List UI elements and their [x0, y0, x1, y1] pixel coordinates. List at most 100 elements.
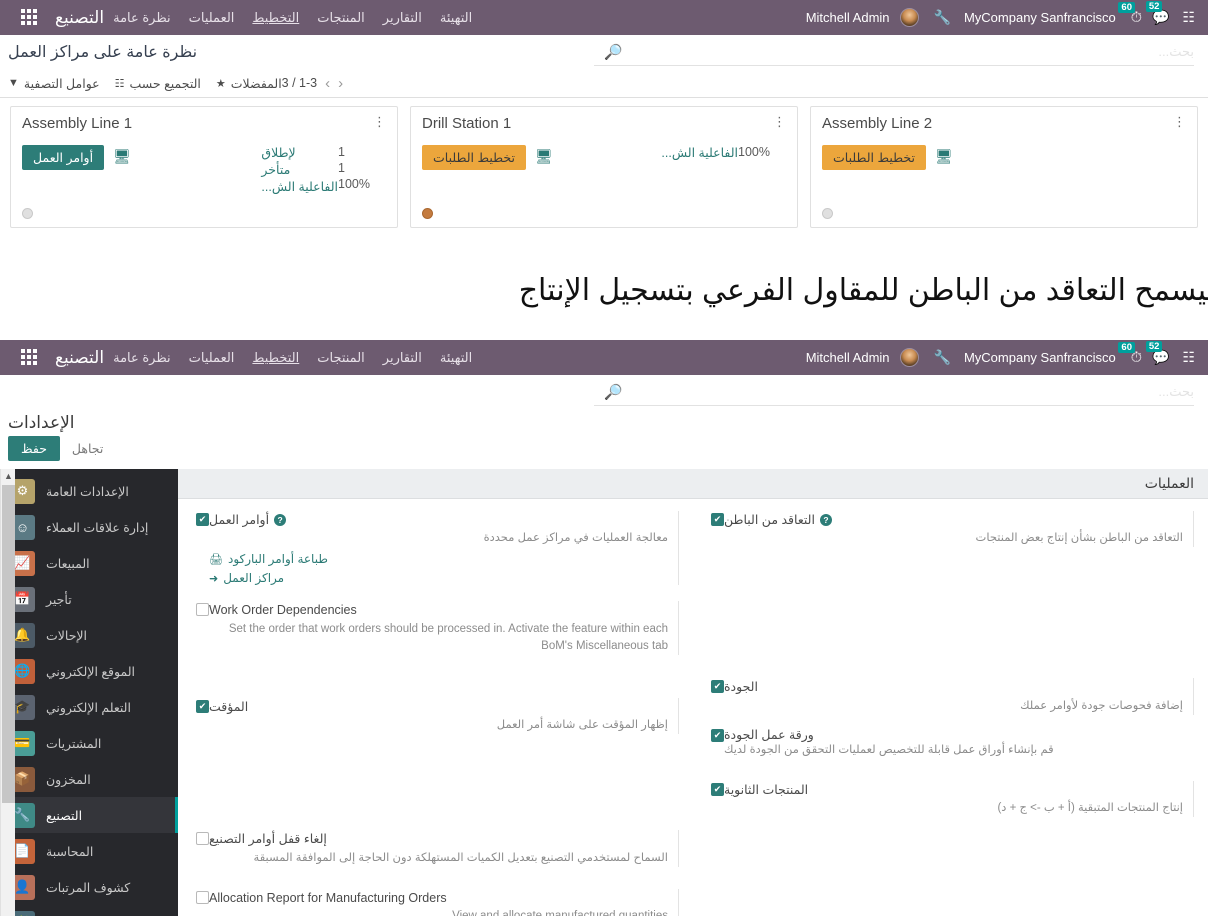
chevron-next-icon[interactable]: ›	[325, 75, 330, 92]
nav-item-planning[interactable]: التخطيط	[243, 340, 308, 375]
setting-work-order-dependencies[interactable]: Work Order Dependencies Set the order th…	[186, 601, 685, 655]
main-scrollbar[interactable]: ▲	[0, 469, 15, 916]
workcenter-card[interactable]: Drill Station 1 ⋮ تخطيط الطلبات 🖥 الفاعل…	[410, 106, 798, 228]
dialpad-icon[interactable]: ☷	[1182, 9, 1195, 26]
discard-button[interactable]: تجاهل	[72, 441, 103, 456]
nav-item-planning[interactable]: التخطيط	[243, 0, 308, 35]
sidebar-item-manufacturing[interactable]: 🔧 التصنيع	[0, 797, 178, 833]
wrench-icon[interactable]: 🔧	[934, 9, 951, 26]
workcenter-card[interactable]: Assembly Line 2 ⋮ تخطيط الطلبات 🖥	[810, 106, 1198, 228]
nav-item-products[interactable]: المنتجات	[308, 340, 374, 375]
groupby-dropdown[interactable]: ☷ التجميع حسب	[115, 76, 201, 91]
quality-checkbox[interactable]	[711, 680, 724, 694]
nav-item-configuration[interactable]: التهيئة	[431, 340, 481, 375]
scrollbar-thumb[interactable]	[2, 485, 15, 803]
search-icon: 🔍	[604, 43, 623, 61]
work-order-dependencies-checkbox[interactable]	[196, 603, 209, 617]
apps-grid-icon[interactable]	[20, 349, 37, 366]
stat-label-to-launch[interactable]: لإطلاق	[261, 145, 338, 160]
chevron-prev-icon[interactable]: ‹	[338, 75, 343, 92]
help-icon[interactable]: ?	[274, 514, 287, 527]
monitor-icon[interactable]: 🖥	[935, 148, 953, 165]
monitor-icon[interactable]: 🖥	[113, 148, 131, 165]
setting-subcontracting[interactable]: التعاقد من الباطن ? التعاقد من الباطن بش…	[701, 511, 1200, 548]
sidebar-item-payroll[interactable]: 👤 كشوف المرتبات	[0, 869, 178, 905]
sidebar-item-purchase[interactable]: 💳 المشتريات	[0, 725, 178, 761]
help-icon[interactable]: ?	[819, 514, 832, 527]
save-button[interactable]: حفظ	[8, 436, 60, 461]
stat-label-oee[interactable]: الفاعلية الش...	[261, 179, 338, 194]
avatar[interactable]	[899, 8, 919, 27]
stat-label-late[interactable]: متأخر	[261, 162, 338, 177]
plan-orders-button[interactable]: تخطيط الطلبات	[422, 145, 526, 170]
setting-quality-worksheet[interactable]: ورقة عمل الجودة قم بإنشاء أوراق عمل قابل…	[701, 727, 1200, 759]
company-name-label[interactable]: MyCompany Sanfrancisco	[964, 350, 1116, 365]
setting-byproducts[interactable]: المنتجات الثانوية إنتاج المنتجات المتبقي…	[701, 781, 1200, 818]
subcontracting-checkbox[interactable]	[711, 513, 724, 526]
kebab-menu-icon[interactable]: ⋮	[773, 115, 786, 128]
kebab-menu-icon[interactable]: ⋮	[373, 115, 386, 128]
settings-body: ⚙ الإعدادات العامة ☺ إدارة علاقات العملا…	[0, 469, 1208, 916]
sidebar-item-crm[interactable]: ☺ إدارة علاقات العملاء	[0, 509, 178, 545]
sidebar-item-inventory[interactable]: 📦 المخزون	[0, 761, 178, 797]
setting-label-wrap: المؤقت	[209, 698, 668, 716]
work-orders-checkbox[interactable]	[196, 513, 209, 526]
avatar[interactable]	[899, 348, 919, 367]
nav-item-reporting[interactable]: التقارير	[374, 0, 431, 35]
setting-timer[interactable]: المؤقت إظهار المؤقت على شاشة أمر العمل	[186, 698, 685, 735]
search-input[interactable]	[624, 384, 1194, 399]
allocation-report-checkbox[interactable]	[196, 890, 209, 904]
workcenter-card[interactable]: Assembly Line 1 ⋮ أوامر العمل 🖥 لإطلاق م…	[10, 106, 398, 228]
setting-allocation-report[interactable]: Allocation Report for Manufacturing Orde…	[186, 888, 685, 916]
setting-work-orders[interactable]: أوامر العمل ? معالجة العمليات في مراكز ع…	[186, 511, 685, 586]
plan-orders-button[interactable]: تخطيط الطلبات	[822, 145, 926, 170]
print-barcode-orders-link[interactable]: 🖨 طباعة أوامر الباركود	[209, 552, 668, 566]
activities-systray[interactable]: 60 ⏱	[1118, 341, 1142, 366]
nav-item-overview[interactable]: نظرة عامة	[104, 340, 180, 375]
sidebar-item-label: التعلم الإلكتروني	[46, 700, 131, 715]
user-name-label[interactable]: Mitchell Admin	[806, 10, 890, 25]
sidebar-item-website[interactable]: 🌐 الموقع الإلكتروني	[0, 653, 178, 689]
filters-dropdown[interactable]: ▼ عوامل التصفية	[8, 76, 100, 91]
quality-worksheet-checkbox[interactable]	[711, 728, 724, 742]
sidebar-item-project[interactable]: 🧩 المشروع	[0, 905, 178, 916]
nav-item-overview[interactable]: نظرة عامة	[104, 0, 180, 35]
search-bar[interactable]: 🔍	[594, 378, 1194, 406]
setting-unlock-manufacturing-orders[interactable]: إلغاء قفل أوامر التصنيع السماح لمستخدمي …	[186, 830, 685, 867]
user-name-label[interactable]: Mitchell Admin	[806, 350, 890, 365]
sidebar-item-rental[interactable]: 📅 تأجير	[0, 581, 178, 617]
byproducts-checkbox[interactable]	[711, 783, 724, 796]
app-brand-title[interactable]: التصنيع	[55, 8, 104, 28]
wrench-icon[interactable]: 🔧	[934, 349, 951, 366]
sidebar-item-elearning[interactable]: 🎓 التعلم الإلكتروني	[0, 689, 178, 725]
nav-item-products[interactable]: المنتجات	[308, 0, 374, 35]
activities-systray[interactable]: 60 ⏱	[1118, 1, 1142, 26]
sidebar-item-sales[interactable]: 📈 المبيعات	[0, 545, 178, 581]
search-bar[interactable]: 🔍	[594, 38, 1194, 66]
kebab-menu-icon[interactable]: ⋮	[1173, 115, 1186, 128]
nav-item-operations[interactable]: العمليات	[180, 0, 244, 35]
apps-grid-icon[interactable]	[20, 9, 37, 26]
nav-item-reporting[interactable]: التقارير	[374, 340, 431, 375]
work-orders-button[interactable]: أوامر العمل	[22, 145, 105, 170]
favorites-dropdown[interactable]: ★ المفضلات	[216, 76, 282, 91]
messages-systray[interactable]: 52 💬	[1145, 341, 1169, 366]
nav-item-operations[interactable]: العمليات	[180, 340, 244, 375]
scroll-up-arrow-icon[interactable]: ▲	[1, 469, 16, 484]
stat-label-oee[interactable]: الفاعلية الش...	[661, 145, 738, 160]
dialpad-icon[interactable]: ☷	[1182, 349, 1195, 366]
sidebar-item-accounting[interactable]: 📄 المحاسبة	[0, 833, 178, 869]
app-brand-title[interactable]: التصنيع	[55, 348, 104, 368]
monitor-icon[interactable]: 🖥	[535, 148, 553, 165]
work-centers-link[interactable]: ➜ مراكز العمل	[209, 571, 668, 585]
company-name-label[interactable]: MyCompany Sanfrancisco	[964, 10, 1116, 25]
sidebar-item-referrals[interactable]: 🔔 الإحالات	[0, 617, 178, 653]
timer-checkbox[interactable]	[196, 700, 209, 713]
nav-item-configuration[interactable]: التهيئة	[431, 0, 481, 35]
setting-quality[interactable]: الجودة إضافة فحوصات جودة لأوامر عملك	[701, 678, 1200, 715]
setting-text: إلغاء قفل أوامر التصنيع السماح لمستخدمي …	[209, 830, 679, 867]
unlock-mo-checkbox[interactable]	[196, 832, 209, 846]
messages-systray[interactable]: 52 💬	[1145, 1, 1169, 26]
search-input[interactable]	[624, 44, 1194, 59]
sidebar-item-general-settings[interactable]: ⚙ الإعدادات العامة	[0, 473, 178, 509]
